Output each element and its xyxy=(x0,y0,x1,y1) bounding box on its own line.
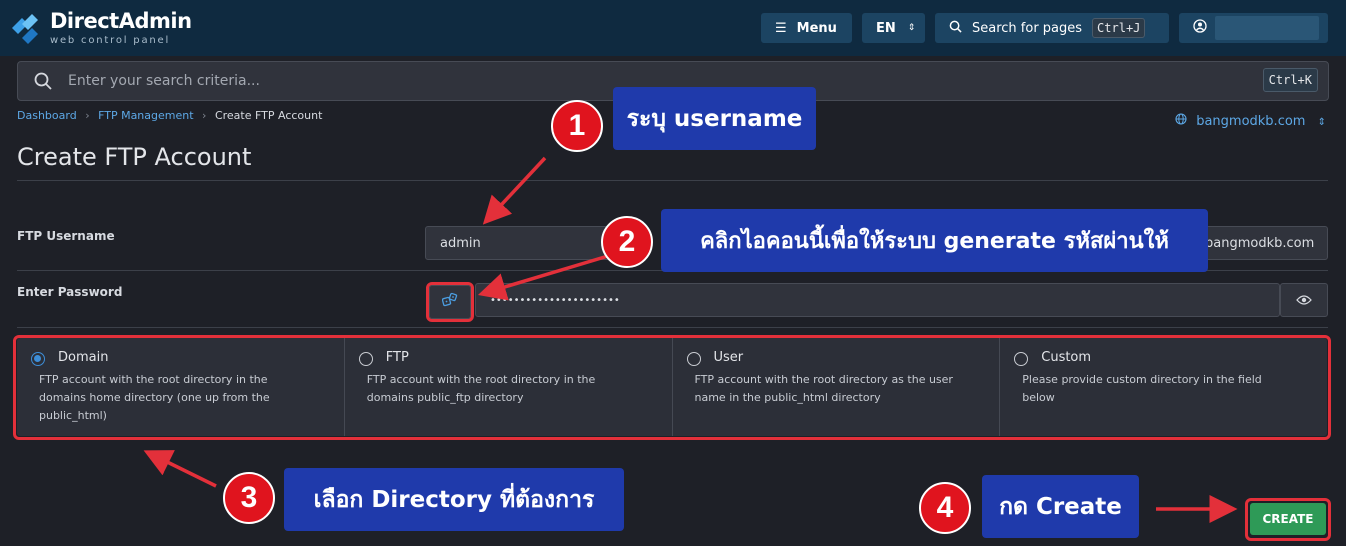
step-badge-4: 4 xyxy=(919,482,971,534)
callout-step3: เลือก Directory ที่ต้องการ xyxy=(284,468,624,531)
callout-step4: กด Create xyxy=(982,475,1139,538)
step-badge-2: 2 xyxy=(601,216,653,268)
callout-step1: ระบุ username xyxy=(613,87,816,150)
step-badge-3: 3 xyxy=(223,472,275,524)
arrow-step3 xyxy=(143,450,217,488)
annotation-arrows xyxy=(143,156,1238,523)
callout-step2: คลิกไอคอนนี้เพื่อให้ระบบ generate รหัสผ่… xyxy=(661,209,1208,272)
arrow-step2 xyxy=(477,254,609,301)
step-badge-1: 1 xyxy=(551,100,603,152)
arrow-step1 xyxy=(482,156,547,225)
